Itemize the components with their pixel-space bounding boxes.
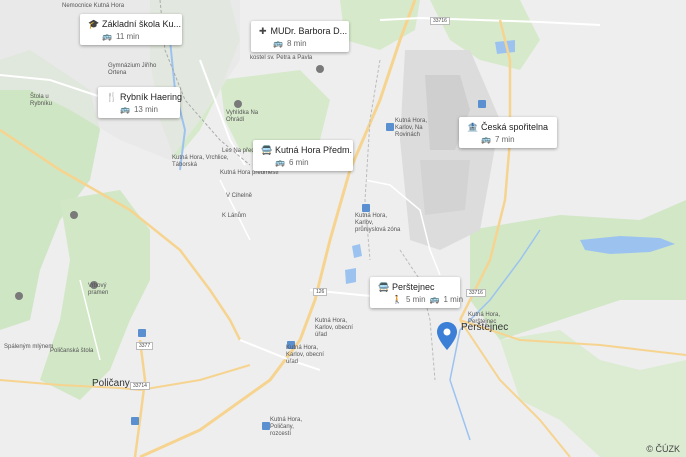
- bus-stop-icon: 🚍: [261, 145, 273, 155]
- bank-icon: 🏦: [467, 122, 479, 132]
- poi-card-title: Perštejnec: [392, 282, 435, 292]
- map-label: Vrbový pramen: [88, 283, 109, 296]
- poi-card-time: 13 min: [133, 105, 158, 114]
- map-label: Nemocnice Kutná Hora: [62, 3, 125, 9]
- poi-card-title: Česká spořitelna: [481, 122, 549, 132]
- poi-card-kutna[interactable]: 🚍 Kutná Hora Předm. 🚌 6 min: [253, 140, 353, 171]
- bus-icon: 🚌: [273, 39, 283, 48]
- bus-icon: 🚌: [275, 158, 285, 167]
- map-attribution: © ČÚZK: [646, 444, 680, 454]
- poi-card-walk-time: 5 min: [405, 295, 426, 304]
- walk-icon: 🚶: [392, 295, 402, 304]
- road-number-badge: 33716: [466, 289, 486, 297]
- map-label: Kutná Hora, Karlov, Na Rovinách: [395, 118, 428, 138]
- poi-card-title: MUDr. Barbora D...: [270, 26, 348, 36]
- road-number-badge: 33714: [130, 382, 150, 390]
- bus-stop-icon: [262, 422, 270, 430]
- map-label: Kutná Hora, Karlov, obecní úřad: [286, 345, 324, 365]
- map-canvas[interactable]: Nemocnice Kutná Hora Gymnázium Jiřího Or…: [0, 0, 686, 457]
- poi-card-rybnik[interactable]: 🍴 Rybník Haering 🚌 13 min: [98, 87, 183, 118]
- poi-card-perstejnec[interactable]: 🚍 Perštejnec 🚶 5 min 🚌 1 min: [370, 277, 463, 308]
- bus-stop-icon: [386, 123, 394, 131]
- bus-icon: 🚌: [481, 135, 491, 144]
- landmark-icon: [234, 100, 242, 108]
- bus-stop-icon: [131, 417, 139, 425]
- map-label: kostel sv. Petra a Pavla: [250, 55, 313, 61]
- landmark-icon: [316, 65, 324, 73]
- map-label: Kutná Hora předměstí: [220, 170, 279, 176]
- bus-stop-icon: [362, 204, 370, 212]
- poi-card-mudr[interactable]: ✚ MUDr. Barbora D... 🚌 8 min: [251, 21, 349, 52]
- town-label-policany: Poličany: [92, 378, 130, 389]
- town-label-perstejnec: Perštejnec: [461, 322, 509, 333]
- map-label: K Lánům: [222, 213, 247, 219]
- location-pin-icon[interactable]: [437, 322, 457, 350]
- bus-stop-icon: 🚍: [378, 282, 390, 292]
- map-label: Spáleným mlýnem: [4, 344, 54, 350]
- parking-icon: [138, 329, 146, 337]
- map-label: Vyhlídka Na Ohrádí: [226, 110, 259, 123]
- poi-card-title: Rybník Haering: [120, 92, 183, 102]
- poi-card-skola[interactable]: 🎓 Základní škola Ku... 🚌 11 min: [80, 14, 182, 45]
- map-label: Poličanská štola: [50, 348, 94, 354]
- poi-card-time: 8 min: [286, 39, 307, 48]
- landmark-icon: [70, 211, 78, 219]
- map-label: Štola u Rybníku: [30, 94, 53, 107]
- map-label: V Cihelně: [226, 193, 253, 199]
- road-number-badge: 33716: [430, 17, 450, 25]
- map-label: Kutná Hora, Poličany, rozcestí: [270, 417, 303, 437]
- poi-card-sporitelna[interactable]: 🏦 Česká spořitelna 🚌 7 min: [459, 117, 557, 148]
- map-label: Kutná Hora, Karlov, průmyslová zóna: [355, 213, 401, 233]
- poi-card-time: 7 min: [494, 135, 515, 144]
- medical-icon: ✚: [259, 26, 267, 36]
- school-icon: 🎓: [88, 19, 100, 29]
- landmark-icon: [15, 292, 23, 300]
- bus-icon: 🚌: [120, 105, 130, 114]
- map-label: Kutná Hora, Karlov, obecní úřad: [315, 318, 353, 338]
- parking-icon: [478, 100, 486, 108]
- road-number-badge: 3377: [136, 342, 154, 350]
- poi-card-time: 6 min: [288, 158, 309, 167]
- poi-card-title: Kutná Hora Předm.: [275, 145, 353, 155]
- poi-card-title: Základní škola Ku...: [102, 19, 182, 29]
- poi-card-bus-time: 1 min: [443, 295, 464, 304]
- bus-icon: 🚌: [429, 295, 440, 304]
- road-number-badge: 126: [313, 288, 328, 296]
- restaurant-icon: 🍴: [106, 92, 118, 102]
- map-label: Gymnázium Jiřího Ortena: [108, 63, 157, 76]
- bus-icon: 🚌: [102, 32, 112, 41]
- map-label: Kutná Hora, Vrchlice, Táborská: [172, 155, 229, 168]
- poi-card-time: 11 min: [115, 32, 140, 41]
